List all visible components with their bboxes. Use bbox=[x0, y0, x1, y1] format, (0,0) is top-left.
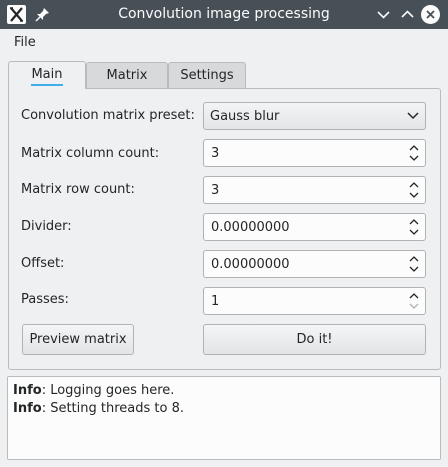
columns-label: Matrix column count: bbox=[21, 146, 160, 161]
preset-value: Gauss blur bbox=[210, 109, 280, 124]
preset-select[interactable]: Gauss blur bbox=[203, 102, 426, 130]
passes-label: Passes: bbox=[21, 292, 69, 307]
spin-arrows-icon[interactable] bbox=[408, 291, 420, 311]
tab-settings[interactable]: Settings bbox=[168, 62, 246, 88]
spin-arrows-icon[interactable] bbox=[408, 217, 420, 237]
menu-bar: File bbox=[0, 29, 448, 56]
log-level: Info bbox=[13, 383, 42, 398]
chevron-down-icon bbox=[407, 112, 419, 120]
rows-label: Matrix row count: bbox=[21, 182, 135, 197]
divider-value: 0.00000000 bbox=[211, 220, 290, 235]
menu-file[interactable]: File bbox=[14, 35, 36, 50]
log-output[interactable]: Info: Logging goes here. Info: Setting t… bbox=[7, 376, 441, 460]
columns-value: 3 bbox=[211, 146, 220, 161]
minimize-icon[interactable] bbox=[374, 5, 393, 24]
log-line: Info: Logging goes here. bbox=[13, 383, 174, 398]
tab-settings-label: Settings bbox=[180, 68, 234, 83]
log-message: : Logging goes here. bbox=[41, 383, 175, 398]
spin-arrows-icon[interactable] bbox=[408, 143, 420, 163]
log-message: : Setting threads to 8. bbox=[41, 401, 184, 416]
do-it-button[interactable]: Do it! bbox=[203, 324, 426, 355]
log-level: Info bbox=[13, 401, 42, 416]
preset-label: Convolution matrix preset: bbox=[21, 108, 195, 123]
offset-spinbox[interactable]: 0.00000000 bbox=[203, 250, 426, 278]
tab-matrix-label: Matrix bbox=[106, 68, 148, 83]
spin-arrows-icon[interactable] bbox=[408, 254, 420, 274]
preview-matrix-button[interactable]: Preview matrix bbox=[22, 324, 134, 355]
title-bar: Convolution image processing bbox=[0, 0, 448, 29]
maximize-icon[interactable] bbox=[398, 5, 417, 24]
offset-value: 0.00000000 bbox=[211, 257, 290, 272]
rows-value: 3 bbox=[211, 183, 220, 198]
tab-main[interactable]: Main bbox=[8, 61, 86, 89]
columns-spinbox[interactable]: 3 bbox=[203, 139, 426, 167]
tab-main-label: Main bbox=[31, 67, 63, 82]
tab-matrix[interactable]: Matrix bbox=[86, 62, 168, 88]
divider-label: Divider: bbox=[21, 219, 72, 234]
close-icon[interactable] bbox=[421, 5, 440, 24]
divider-spinbox[interactable]: 0.00000000 bbox=[203, 213, 426, 241]
active-tab-indicator bbox=[31, 84, 63, 86]
offset-label: Offset: bbox=[21, 256, 65, 271]
spin-arrows-icon[interactable] bbox=[408, 180, 420, 200]
log-line: Info: Setting threads to 8. bbox=[13, 401, 184, 416]
rows-spinbox[interactable]: 3 bbox=[203, 176, 426, 204]
passes-value: 1 bbox=[211, 294, 220, 309]
passes-spinbox[interactable]: 1 bbox=[203, 287, 426, 315]
